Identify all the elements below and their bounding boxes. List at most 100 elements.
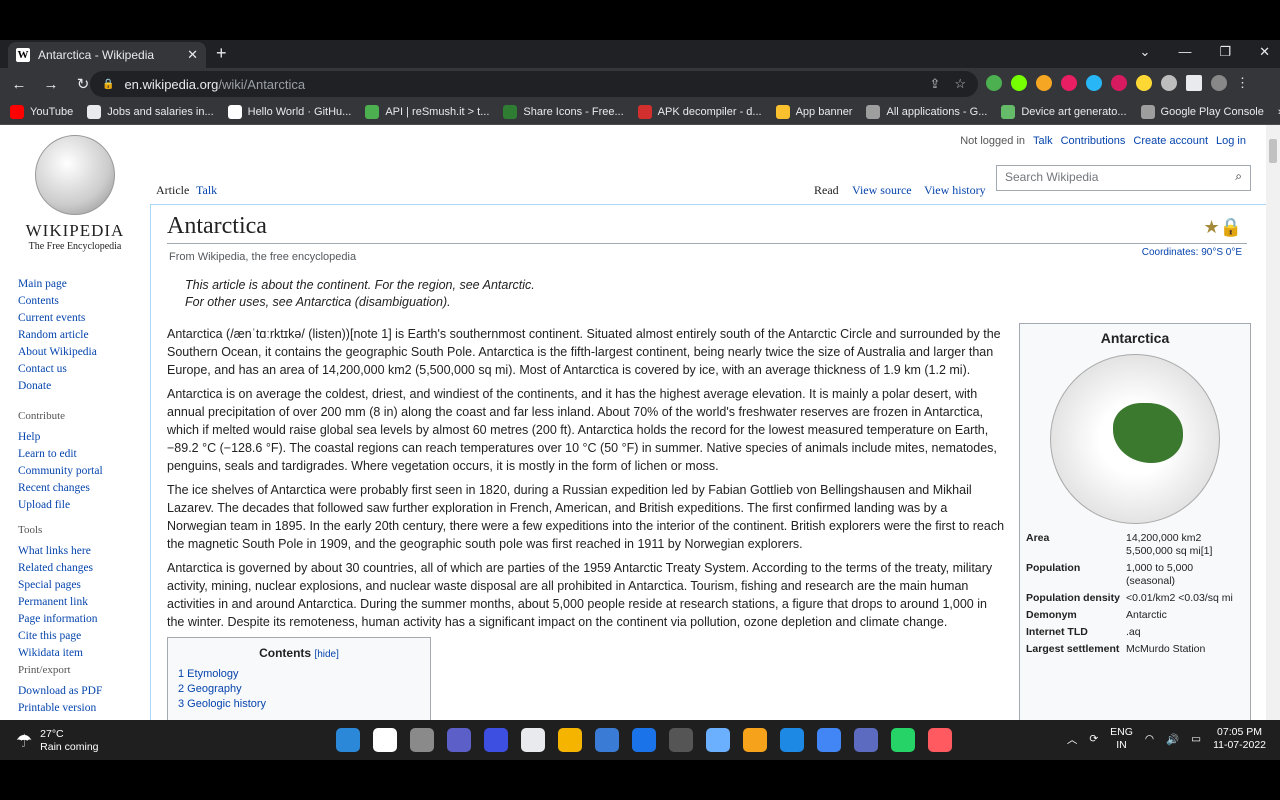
taskbar-app-icon[interactable] [891,728,915,752]
tab-view-history[interactable]: View history [924,183,986,198]
battery-icon[interactable]: ▭ [1191,733,1201,745]
sidebar-link[interactable]: Permanent link [18,595,98,610]
scrollbar-thumb[interactable] [1269,139,1277,163]
minimize-icon[interactable]: — [1178,44,1191,60]
sidebar-link[interactable]: Related changes [18,561,98,576]
bookmark-item[interactable]: YouTube [10,105,73,119]
taskbar-app-icon[interactable] [558,728,582,752]
taskbar-app-icon[interactable] [336,728,360,752]
bookmark-item[interactable]: APK decompiler - d... [637,105,762,119]
wifi-icon[interactable]: ◠ [1145,733,1154,745]
featured-star-icon[interactable]: ★ [1203,217,1219,237]
bookmark-item[interactable]: All applications - G... [866,105,987,119]
login-link[interactable]: Log in [1216,135,1246,147]
taskbar-app-icon[interactable] [669,728,693,752]
toc-hide-link[interactable]: [hide] [314,649,338,660]
coordinates[interactable]: Coordinates: 90°S 0°E [1142,247,1242,258]
taskbar-app-icon[interactable] [706,728,730,752]
protection-lock-icon[interactable]: 🔒 [1220,217,1242,237]
maximize-icon[interactable]: ❐ [1219,44,1231,60]
close-tab-icon[interactable]: ✕ [187,47,198,63]
taskbar-app-icon[interactable] [595,728,619,752]
bookmark-item[interactable]: Jobs and salaries in... [87,105,214,119]
sidebar-link[interactable]: Contents [18,294,97,309]
sidebar-link[interactable]: Learn to edit [18,447,103,462]
taskbar-app-icon[interactable] [410,728,434,752]
toc-item[interactable]: 2 Geography [178,683,420,695]
extension-pink-icon[interactable] [1111,75,1127,91]
taskbar-app-icon[interactable] [521,728,545,752]
browser-tab[interactable]: W Antarctica - Wikipedia ✕ [8,42,206,68]
bookmark-item[interactable]: Hello World · GitHu... [227,105,351,119]
language-indicator[interactable]: ENG IN [1110,726,1133,752]
close-window-icon[interactable]: ✕ [1259,44,1270,60]
page-scrollbar[interactable] [1266,125,1280,720]
toc-item[interactable]: 3 Geologic history [178,698,420,710]
profile-avatar[interactable] [1211,75,1227,91]
taskbar-app-icon[interactable] [484,728,508,752]
tab-read[interactable]: Read [814,183,839,198]
weather-widget[interactable]: ☂ 27°C Rain coming [16,728,99,754]
taskbar-app-icon[interactable] [447,728,471,752]
back-icon[interactable]: ← [6,76,32,93]
clock[interactable]: 07:05 PM 11-07-2022 [1213,726,1266,752]
wikipedia-logo[interactable]: WIKIPEDIA The Free Encyclopedia [20,135,130,252]
sidebar-link[interactable]: Current events [18,311,97,326]
taskbar-app-icon[interactable] [743,728,767,752]
tab-article[interactable]: Article [156,183,189,198]
sidebar-link[interactable]: Recent changes [18,481,103,496]
extension-color-icon[interactable] [1061,75,1077,91]
extension-alien-icon[interactable] [1011,75,1027,91]
sidebar-link[interactable]: Main page [18,277,97,292]
search-input[interactable]: Search Wikipedia ⌕ [996,165,1251,191]
taskbar-app-icon[interactable] [632,728,656,752]
taskbar-app-icon[interactable] [928,728,952,752]
address-bar[interactable]: 🔒 en.wikipedia.org/wiki/Antarctica ⇪ ☆ [90,71,978,97]
taskbar-app-icon[interactable] [854,728,878,752]
extension-cookie-icon[interactable] [1036,75,1052,91]
bookmark-item[interactable]: Device art generato... [1001,105,1127,119]
forward-icon[interactable]: → [38,76,64,93]
tab-search-icon[interactable]: ⌄ [1140,44,1151,60]
sidebar-link[interactable]: What links here [18,544,98,559]
toc-item[interactable]: 1 Etymology [178,668,420,680]
lock-icon[interactable]: 🔒 [102,79,114,90]
sidebar-link[interactable]: Special pages [18,578,98,593]
bookmark-star-icon[interactable]: ☆ [954,76,966,92]
new-tab-icon[interactable]: + [216,43,227,64]
sidebar-link[interactable]: Donate [18,379,97,394]
sidebar-link[interactable]: Printable version [18,701,102,716]
talk-link[interactable]: Talk [1033,135,1053,147]
extensions-puzzle-icon[interactable] [1161,75,1177,91]
extension-snowflake-icon[interactable] [1086,75,1102,91]
search-icon[interactable]: ⌕ [1235,169,1242,184]
more-menu-icon[interactable]: ⋮ [1236,75,1252,91]
sidebar-link[interactable]: Download as PDF [18,684,102,699]
sidebar-link[interactable]: Help [18,430,103,445]
antarctica-map-image[interactable] [1050,354,1220,524]
sidebar-link[interactable]: Upload file [18,498,103,513]
sidebar-link[interactable]: About Wikipedia [18,345,97,360]
taskbar-app-icon[interactable] [817,728,841,752]
tab-view-source[interactable]: View source [852,183,912,198]
contributions-link[interactable]: Contributions [1061,135,1126,147]
sidebar-link[interactable]: Page information [18,612,98,627]
tray-chevron-icon[interactable]: ︿ [1067,732,1078,747]
bookmark-item[interactable]: App banner [775,105,852,119]
sidebar-link[interactable]: Community portal [18,464,103,479]
volume-icon[interactable]: 🔊 [1166,733,1179,746]
sidebar-link[interactable]: Random article [18,328,97,343]
side-panel-icon[interactable] [1186,75,1202,91]
extension-emoji-icon[interactable] [1136,75,1152,91]
bookmark-item[interactable]: Share Icons - Free... [503,105,624,119]
share-icon[interactable]: ⇪ [929,76,940,92]
create-account-link[interactable]: Create account [1133,135,1208,147]
extension-shield-icon[interactable] [986,75,1002,91]
taskbar-app-icon[interactable] [373,728,397,752]
bookmark-item[interactable]: Google Play Console [1140,105,1264,119]
tab-talk[interactable]: Talk [196,183,217,198]
sidebar-link[interactable]: Contact us [18,362,97,377]
taskbar-app-icon[interactable] [780,728,804,752]
tray-app-icon[interactable]: ⟳ [1089,733,1098,745]
bookmark-item[interactable]: API | reSmush.it > t... [365,105,489,119]
